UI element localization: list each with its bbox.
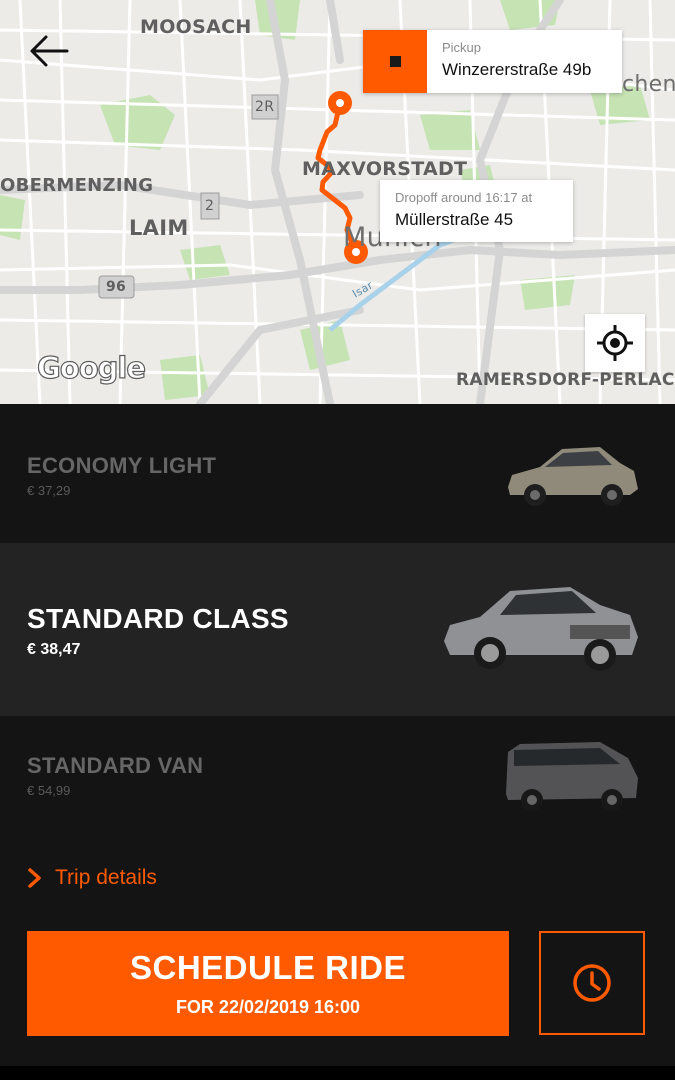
toyota-prius-icon — [508, 447, 638, 506]
pickup-label: Pickup — [442, 40, 482, 55]
vw-van-icon — [506, 742, 638, 811]
pickup-address: Winzererstraße 49b — [442, 60, 592, 79]
vw-passat-icon — [444, 587, 638, 671]
map-label-moosach: MOOSACH — [140, 16, 252, 38]
dropoff-card[interactable]: Dropoff around 16:17 at Müllerstraße 45 — [380, 180, 573, 242]
map-label-maxvorstadt: MAXVORSTADT — [302, 158, 468, 180]
schedule-subtitle: FOR 22/02/2019 16:00 — [175, 997, 361, 1017]
road-badge-label: 2R — [255, 99, 275, 115]
map-label-ramersdorf: RAMERSDORF-PERLACH — [456, 370, 675, 390]
road-badge-label: 2 — [205, 198, 215, 214]
trip-details-link[interactable]: Trip details — [27, 866, 157, 890]
crosshair-icon — [597, 325, 633, 361]
map-label-laim: LAIM — [129, 216, 189, 240]
pickup-card[interactable]: Pickup Winzererstraße 49b — [363, 30, 622, 93]
change-time-button[interactable] — [539, 931, 645, 1035]
dropoff-address: Müllerstraße 45 — [395, 210, 514, 229]
trip-details-label: Trip details — [55, 866, 157, 889]
vehicle-option-standard-class[interactable]: STANDARD CLASS € 38,47 — [0, 543, 675, 716]
back-button[interactable] — [24, 28, 74, 74]
dropoff-label: Dropoff around 16:17 at — [395, 190, 533, 205]
google-logo: Google — [36, 350, 146, 385]
schedule-ride-button[interactable]: SCHEDULE RIDE FOR 22/02/2019 16:00 — [27, 931, 509, 1036]
schedule-title: SCHEDULE RIDE — [129, 949, 407, 986]
vehicle-option-economy-light[interactable]: ECONOMY LIGHT € 37,29 — [0, 404, 675, 543]
road-badge-label: 96 — [106, 279, 127, 295]
arrow-left-icon — [30, 35, 69, 67]
map-view[interactable]: MOOSACH MAXVORSTADT OBERMENZING LAIM Mun… — [0, 0, 675, 404]
map-label-partial: chen — [622, 72, 675, 97]
bottom-bar — [0, 1066, 675, 1080]
pickup-marker-icon — [363, 30, 427, 93]
chevron-right-icon — [28, 868, 41, 888]
vehicle-option-standard-van[interactable]: STANDARD VAN € 54,99 — [0, 716, 675, 840]
locate-me-button[interactable] — [585, 314, 645, 372]
clock-icon — [573, 964, 611, 1002]
map-label-obermenzing: OBERMENZING — [0, 175, 154, 196]
